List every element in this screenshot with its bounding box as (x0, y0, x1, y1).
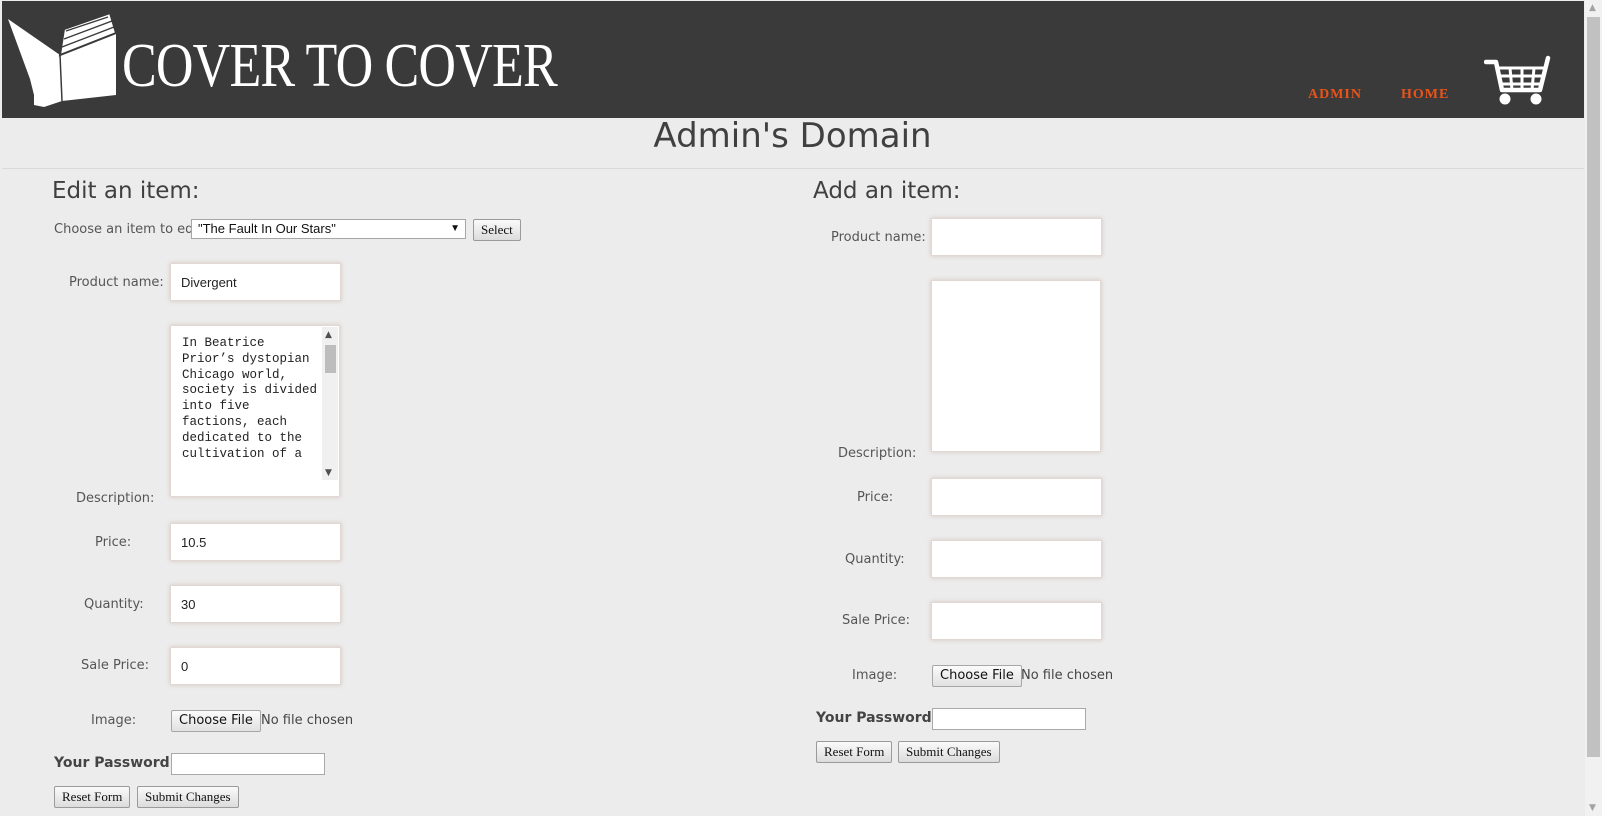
page-scrollbar[interactable]: ▲ ▼ (1585, 0, 1602, 816)
add-product-name-label: Product name: (831, 230, 926, 245)
textarea-scrollbar[interactable]: ▲ ▼ (322, 327, 338, 480)
add-file-status: No file chosen (1021, 668, 1114, 683)
edit-description-label: Description: (76, 491, 155, 506)
edit-image-label: Image: (91, 713, 137, 728)
select-button[interactable]: Select (473, 219, 521, 241)
edit-submit-button[interactable]: Submit Changes (137, 786, 239, 808)
add-price-input[interactable] (931, 478, 1102, 516)
divider (2, 168, 1584, 169)
scroll-up-icon[interactable]: ▲ (325, 331, 332, 340)
add-image-label: Image: (852, 668, 898, 683)
add-section-title: Add an item: (813, 178, 961, 204)
add-quantity-label: Quantity: (845, 552, 905, 567)
edit-file-status: No file chosen (261, 713, 354, 728)
edit-sale-price-input[interactable] (170, 647, 341, 685)
add-password-label: Your Password: (816, 710, 938, 726)
edit-quantity-input[interactable] (170, 585, 341, 623)
scroll-down-icon[interactable]: ▼ (325, 469, 332, 478)
add-product-name-input[interactable] (931, 218, 1102, 256)
edit-reset-button[interactable]: Reset Form (54, 786, 131, 808)
add-description-textarea[interactable] (931, 280, 1101, 452)
edit-product-name-input[interactable] (170, 263, 341, 301)
edit-price-label: Price: (95, 535, 132, 550)
edit-sale-price-label: Sale Price: (81, 658, 150, 673)
edit-description-textarea[interactable]: In Beatrice Prior’s dystopian Chicago wo… (170, 325, 340, 497)
edit-password-label: Your Password: (54, 755, 176, 771)
add-submit-button[interactable]: Submit Changes (898, 741, 1000, 763)
page-scroll-up-icon[interactable]: ▲ (1589, 3, 1596, 13)
edit-section-title: Edit an item: (52, 178, 200, 204)
add-price-label: Price: (857, 490, 894, 505)
choose-item-label: Choose an item to edit: (54, 222, 207, 237)
add-choose-file-button[interactable]: Choose File (932, 665, 1022, 687)
nav-home[interactable]: HOME (1401, 87, 1449, 103)
add-quantity-input[interactable] (931, 540, 1102, 578)
page-scroll-thumb[interactable] (1587, 17, 1600, 757)
add-sale-price-input[interactable] (931, 602, 1102, 640)
dropdown-arrow-icon: ▼ (450, 223, 460, 234)
edit-choose-file-button[interactable]: Choose File (171, 710, 261, 732)
textarea-scroll-thumb[interactable] (325, 345, 336, 373)
add-description-label: Description: (838, 446, 917, 461)
item-select-value: "The Fault In Our Stars" (198, 221, 336, 236)
add-reset-button[interactable]: Reset Form (816, 741, 893, 763)
brand-name[interactable]: COVER TO COVER (122, 35, 558, 97)
edit-product-name-label: Product name: (69, 275, 164, 290)
edit-description-text: In Beatrice Prior’s dystopian Chicago wo… (182, 336, 325, 461)
page-scroll-down-icon[interactable]: ▼ (1589, 803, 1596, 813)
shopping-cart-icon[interactable] (1484, 54, 1552, 106)
page-title: Admin's Domain (653, 116, 932, 156)
item-select-dropdown[interactable]: "The Fault In Our Stars" ▼ (191, 219, 466, 239)
nav-admin[interactable]: ADMIN (1308, 87, 1362, 103)
edit-price-input[interactable] (170, 523, 341, 561)
site-header: COVER TO COVER ADMIN HOME (2, 1, 1584, 118)
edit-password-input[interactable] (171, 753, 325, 775)
add-password-input[interactable] (932, 708, 1086, 730)
add-sale-price-label: Sale Price: (842, 613, 911, 628)
edit-quantity-label: Quantity: (84, 597, 144, 612)
open-book-icon (8, 11, 118, 107)
